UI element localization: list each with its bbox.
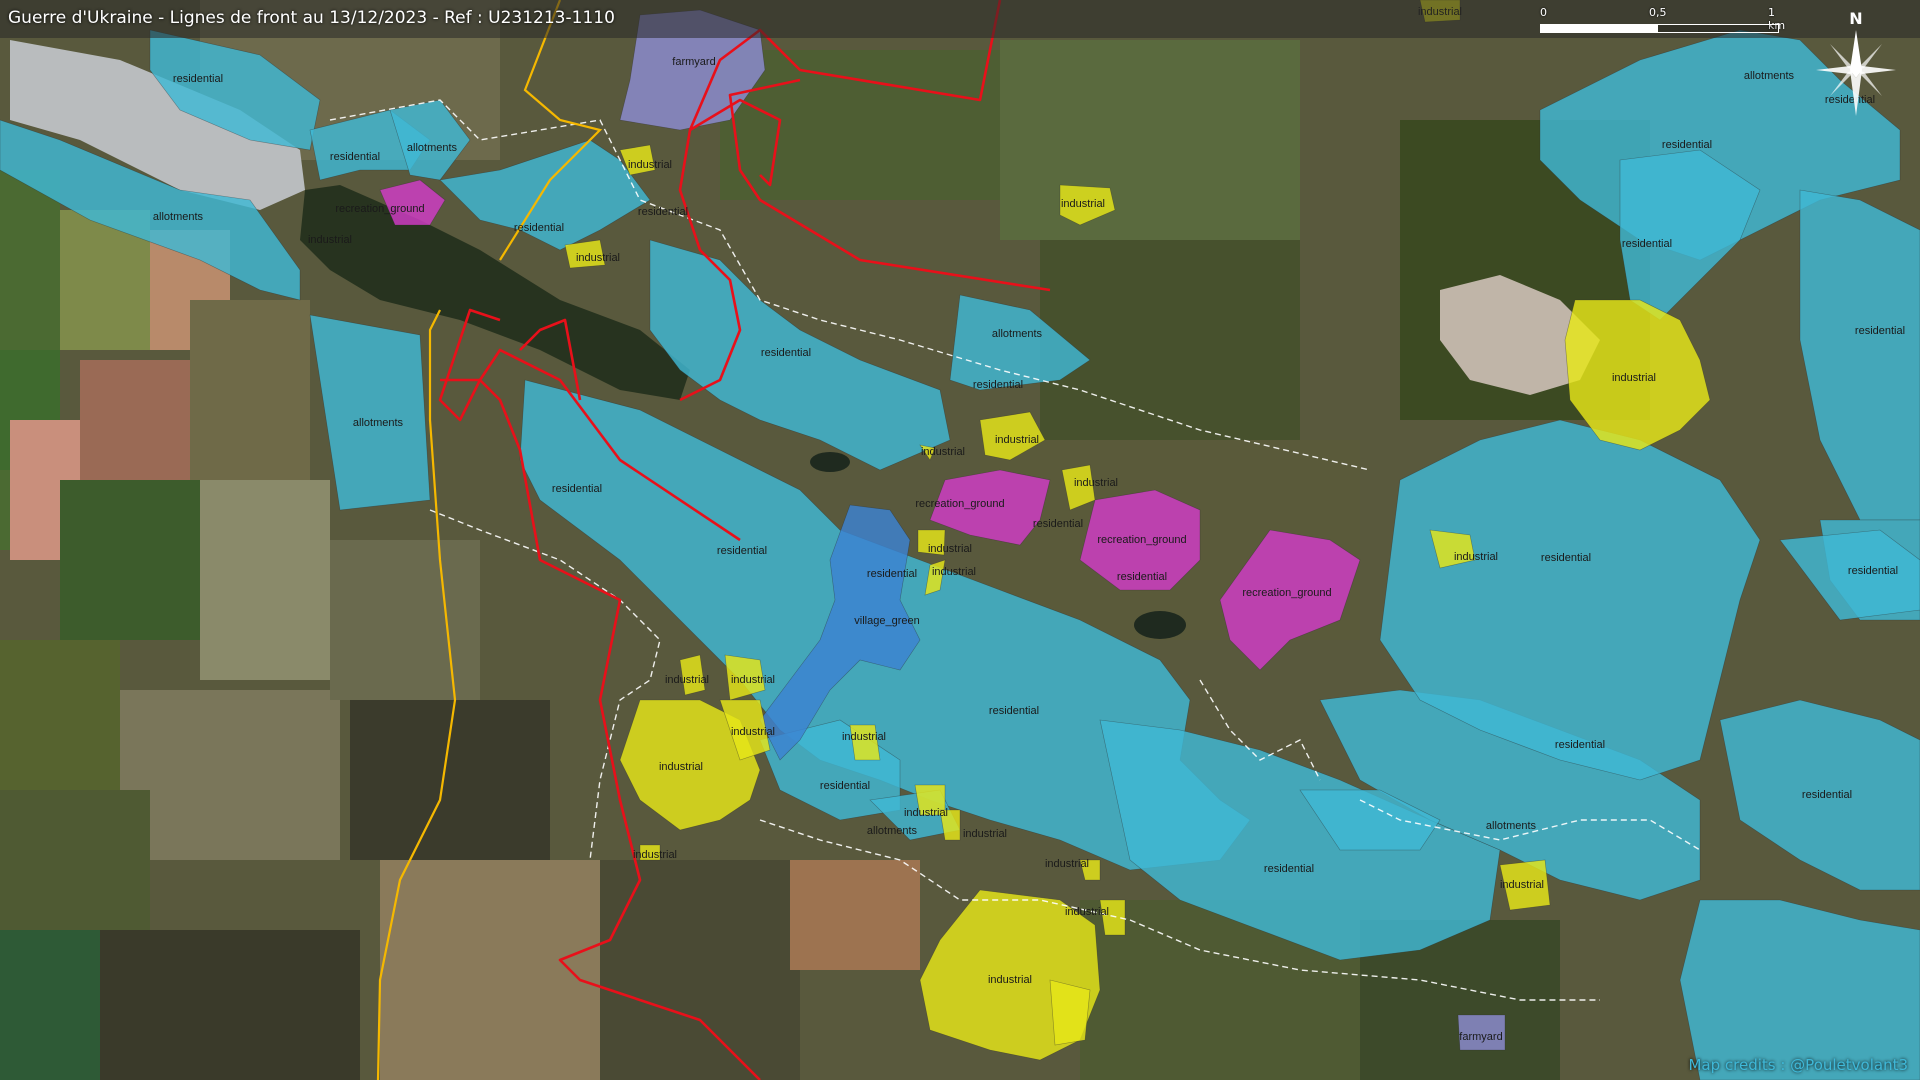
zone-label: residential (1264, 863, 1314, 875)
scale-segment (1540, 24, 1658, 33)
zone-label: industrial (1612, 372, 1656, 384)
zone-label: residential (1662, 139, 1712, 151)
zone-label: residential (638, 206, 688, 218)
zone-label: farmyard (1459, 1031, 1502, 1043)
zone-label: residential (1848, 565, 1898, 577)
scale-bar: 0 0,5 1 km (1540, 6, 1785, 33)
zone-label: industrial (1065, 906, 1109, 918)
zone-label: residential (173, 73, 223, 85)
zone-label: industrial (576, 252, 620, 264)
zone-label: residential (1541, 552, 1591, 564)
map-canvas[interactable]: residential residential allotments allot… (0, 0, 1920, 1080)
zone-label: residential (552, 483, 602, 495)
zone-label: industrial (628, 159, 672, 171)
zone-label: allotments (992, 328, 1043, 340)
zone-label: residential (1802, 789, 1852, 801)
zone-label: industrial (659, 761, 703, 773)
zone-label: industrial (928, 543, 972, 555)
scale-segment (1657, 24, 1779, 33)
zone-label: industrial (665, 674, 709, 686)
zone-label: industrial (1061, 198, 1105, 210)
zone-label: recreation_ground (1242, 587, 1331, 599)
zone-label: residential (1117, 571, 1167, 583)
map-view[interactable]: residential residential allotments allot… (0, 0, 1920, 1080)
zone-label: residential (820, 780, 870, 792)
zone-label: industrial (308, 234, 352, 246)
zone-label: allotments (407, 142, 458, 154)
zone-label: allotments (353, 417, 404, 429)
zone-label: village_green (854, 615, 919, 627)
scale-tick: 0 (1540, 6, 1547, 19)
zone-label: industrial (932, 566, 976, 578)
zone-label: residential (1855, 325, 1905, 337)
north-arrow: N (1808, 8, 1904, 118)
zone-label: industrial (988, 974, 1032, 986)
zone-label: allotments (153, 211, 204, 223)
north-arrow-icon: N (1816, 9, 1896, 116)
north-label: N (1849, 9, 1862, 28)
zone-label: industrial (995, 434, 1039, 446)
zone-label: residential (761, 347, 811, 359)
zone-label: residential (514, 222, 564, 234)
zone-label: residential (867, 568, 917, 580)
zone-label: industrial (1500, 879, 1544, 891)
zone-label: residential (1555, 739, 1605, 751)
zone-label: industrial (921, 446, 965, 458)
zone-label: industrial (904, 807, 948, 819)
zone-label: residential (1033, 518, 1083, 530)
zone-label: industrial (963, 828, 1007, 840)
zone-label: recreation_ground (1097, 534, 1186, 546)
zone-label: residential (989, 705, 1039, 717)
zone-label: industrial (1045, 858, 1089, 870)
zone-label: allotments (867, 825, 918, 837)
zone-label: residential (330, 151, 380, 163)
zone-label: recreation_ground (335, 203, 424, 215)
zone-label: residential (717, 545, 767, 557)
zone-label: industrial (731, 726, 775, 738)
zone-label: recreation_ground (915, 498, 1004, 510)
map-title: Guerre d'Ukraine - Lignes de front au 13… (8, 8, 615, 28)
scale-tick: 0,5 (1649, 6, 1667, 19)
zone-label: industrial (1454, 551, 1498, 563)
zone-label: allotments (1486, 820, 1537, 832)
map-credits: Map credits : @Pouletvolant3 (1688, 1056, 1908, 1074)
zone-label: residential (973, 379, 1023, 391)
zone-label: allotments (1744, 70, 1795, 82)
zone-label: industrial (1074, 477, 1118, 489)
zone-label: industrial (842, 731, 886, 743)
zone-industrial-south2 (1049, 979, 1091, 1046)
zone-label: farmyard (672, 56, 715, 68)
zone-label: industrial (731, 674, 775, 686)
zone-label: industrial (633, 849, 677, 861)
zone-residential-se3 (1679, 899, 1920, 1080)
zone-label: residential (1622, 238, 1672, 250)
